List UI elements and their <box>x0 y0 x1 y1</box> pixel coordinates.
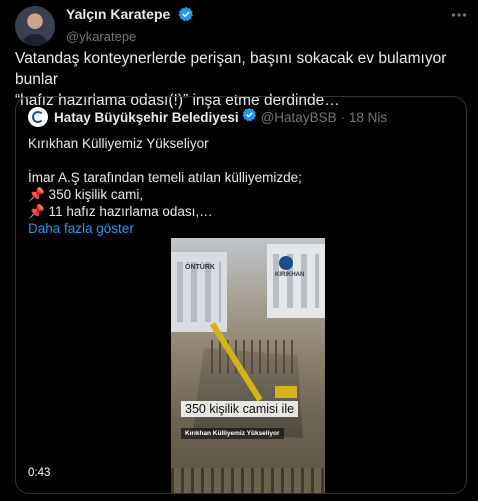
quoted-tweet-header: Hatay Büyükşehir Belediyesi @HatayBSB · … <box>28 107 387 127</box>
quoted-line-3: 📌 11 hafız hazırlama odası,… <box>28 204 213 219</box>
quoted-tweet[interactable]: Hatay Büyükşehir Belediyesi @HatayBSB · … <box>15 96 467 494</box>
quoted-title: Kırıkhan Külliyemiz Yükseliyor <box>28 136 209 151</box>
video-caption-sub: Kırıkhan Külliyemiz Yükseliyor <box>181 428 284 439</box>
quoted-date: · 18 Nis <box>340 109 388 125</box>
video-logo-badge <box>279 256 293 270</box>
show-more-link[interactable]: Daha fazla göster <box>28 220 453 237</box>
author-name[interactable]: Yalçın Karatepe <box>66 6 170 22</box>
quoted-tweet-body: Kırıkhan Külliyemiz Yükseliyor İmar A.Ş … <box>28 135 453 237</box>
video-logo-right: KIRIKHAN <box>275 272 305 278</box>
video-crane-base <box>275 386 297 398</box>
quoted-line-2: 📌 350 kişilik cami, <box>28 187 144 202</box>
video-fence <box>171 468 325 493</box>
author-block: Yalçın Karatepe @ykaratepe <box>66 6 194 44</box>
verified-badge-icon <box>242 107 257 127</box>
quoted-avatar <box>28 107 48 127</box>
author-handle[interactable]: @ykaratepe <box>66 29 194 44</box>
video-building-right <box>267 244 325 318</box>
quoted-author-name: Hatay Büyükşehir Belediyesi <box>54 109 239 125</box>
more-options-icon[interactable] <box>450 6 468 29</box>
author-avatar[interactable] <box>15 6 55 46</box>
quoted-author-handle: @HatayBSB <box>260 109 337 125</box>
video-duration: 0:43 <box>28 467 51 479</box>
verified-badge-icon[interactable] <box>178 6 194 27</box>
tweet-text-line1: Vatandaş konteynerlerde perişan, başını … <box>15 50 447 88</box>
video-logo-left: ÖNTÜRK <box>185 264 215 271</box>
video-player[interactable]: ÖNTÜRK KIRIKHAN 350 kişilik camisi ile K… <box>171 238 325 493</box>
video-caption-main: 350 kişilik camisi ile <box>181 401 299 417</box>
quoted-line-1: İmar A.Ş tarafından temeli atılan külliy… <box>28 170 302 185</box>
tweet: Yalçın Karatepe @ykaratepe Vatandaş kont… <box>0 0 478 501</box>
